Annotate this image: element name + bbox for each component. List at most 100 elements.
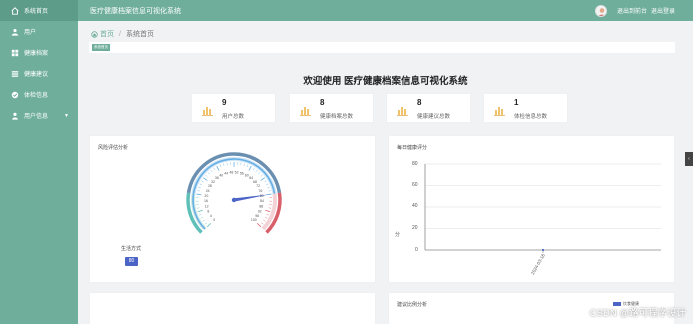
bar-chart-icon (202, 103, 214, 116)
check-icon (10, 90, 19, 99)
gauge-tick (216, 165, 220, 171)
gauge-series-name: 生活方式 (121, 246, 142, 252)
sidebar-item-checkup[interactable]: 体检信息 (0, 84, 78, 105)
data-point (541, 248, 545, 252)
gauge-tick-label: 88 (259, 204, 263, 208)
panel-title: 建议比例分析 (397, 302, 428, 308)
gauge-tick-label: 44 (224, 171, 228, 175)
sidebar-item-home[interactable]: 系统首页 (0, 0, 78, 21)
gauge-tick-label: 100 (251, 218, 257, 222)
y-tick-label: 60 (412, 182, 418, 188)
daily-score-panel: 每日健康评分 80 60 40 20 0 分 2024-03-16 (388, 135, 675, 283)
home-icon (10, 6, 19, 15)
gauge-tick (252, 167, 255, 171)
gauge-tick-label: 8 (207, 209, 209, 213)
gauge-tick (261, 222, 264, 225)
gauge-tick (210, 169, 213, 173)
tab-home[interactable]: 系统首页 (92, 44, 110, 51)
gauge-tick-label: 24 (206, 189, 210, 193)
gauge-tick-label: 16 (204, 199, 208, 203)
collapse-handle[interactable]: ‹ (685, 152, 693, 166)
gauge-tick-label: 32 (211, 180, 215, 184)
gauge-needle-hub (231, 197, 237, 203)
gauge-tick-label: 76 (258, 189, 262, 193)
gauge-tick-label: 56 (240, 171, 244, 175)
home-icon (91, 30, 98, 38)
gauge-tick (246, 164, 249, 168)
daily-score-chart: 2024-03-16 (424, 163, 661, 275)
sidebar-item-health-records[interactable]: 健康档案 (0, 42, 78, 63)
gauge-tick (196, 193, 202, 196)
stat-card-health-advice: 8 健康建议总数 (386, 93, 471, 123)
y-tick-label: 40 (412, 203, 418, 209)
gauge-tick (205, 174, 208, 177)
tags-bar: 系统首页 (89, 42, 675, 53)
gauge-tick-label: 12 (205, 204, 209, 208)
sidebar-item-label: 系统首页 (24, 9, 49, 15)
gauge-tick (213, 167, 216, 171)
sidebar-item-users[interactable]: 用户 (0, 21, 78, 42)
gauge-tick-label: 84 (260, 199, 264, 203)
stat-card-health-records: 8 健康档案总数 (289, 93, 374, 123)
stat-value: 9 (222, 98, 227, 107)
frontend-link[interactable]: 退出到前台 (617, 6, 647, 15)
gauge-tick-label: 40 (219, 173, 223, 177)
user-icon (10, 27, 19, 36)
site-title: 医疗健康档案信息可视化系统 (90, 7, 181, 15)
gauge-tick (219, 164, 222, 168)
stat-label: 体检信息总数 (514, 114, 548, 120)
y-tick-label: 20 (412, 225, 418, 231)
gauge-tick (197, 190, 200, 192)
y-tick-label: 80 (412, 161, 418, 167)
sidebar-item-label: 用户 (24, 30, 37, 36)
sidebar-item-label: 体检信息 (24, 93, 49, 99)
bottom-left-panel (89, 292, 376, 324)
header-user-area: 退出到前台 退出登录 (594, 4, 675, 17)
sidebar-item-health-advice[interactable]: 健康建议 (0, 63, 78, 84)
gauge-tick-label: 52 (235, 170, 239, 174)
gauge-tick (203, 177, 208, 181)
gauge-tick (263, 219, 266, 222)
y-axis-label: 分 (395, 232, 401, 238)
gauge-tick (264, 180, 267, 183)
stat-value: 8 (417, 98, 422, 107)
top-header: 医疗健康档案信息可视化系统 退出到前台 退出登录 (78, 0, 693, 21)
gauge-tick (204, 222, 207, 225)
gauge-tick (257, 223, 262, 228)
stat-label: 健康建议总数 (417, 114, 451, 120)
gauge-tick-label: 0 (213, 218, 215, 222)
welcome-heading: 欢迎使用 医疗健康档案信息可视化系统 (303, 76, 468, 87)
gauge-tick-label: 4 (210, 214, 212, 218)
gauge-tick (255, 169, 258, 173)
logout-link[interactable]: 退出登录 (651, 6, 675, 15)
sidebar-item-label: 健康档案 (24, 51, 49, 57)
sidebar-item-user-info[interactable]: 用户信息 ▼ (0, 105, 78, 126)
gauge-tick (223, 163, 225, 166)
gauge-tick (243, 163, 245, 166)
gauge-tick (199, 213, 202, 216)
avatar[interactable] (594, 4, 607, 17)
gauge-tick (268, 207, 272, 209)
stat-card-users: 9 用户总数 (191, 93, 276, 123)
stat-label: 健康档案总数 (320, 114, 354, 120)
bar-chart-icon (300, 103, 312, 116)
list-icon (10, 69, 19, 78)
gauge-tick-label: 20 (204, 194, 208, 198)
gauge-tick (266, 213, 269, 216)
risk-gauge: 0481216202428323640444852566064687276808… (186, 152, 282, 234)
gauge-needle (233, 194, 270, 202)
chevron-left-icon: ‹ (688, 156, 690, 162)
gauge-tick-label: 60 (245, 173, 249, 177)
risk-gauge-panel: 风险评估分析 0 4 8 12 16 20 24 28 32 36 40 44 48 52 56 60 64 68… (89, 135, 376, 283)
breadcrumb: 首页 / 系统首页 (91, 29, 154, 39)
gauge-tick (266, 183, 269, 186)
chevron-down-icon: ▼ (64, 112, 69, 119)
grid-icon (10, 48, 19, 57)
gauge-tick-label: 92 (258, 209, 262, 213)
breadcrumb-home[interactable]: 首页 (91, 29, 114, 39)
bar-chart-icon (494, 103, 506, 116)
watermark: CSDN @路可程序设计 (589, 308, 686, 319)
gauge-tick (260, 177, 265, 181)
gauge-tick-label: 36 (215, 176, 219, 180)
breadcrumb-separator: / (119, 30, 121, 38)
